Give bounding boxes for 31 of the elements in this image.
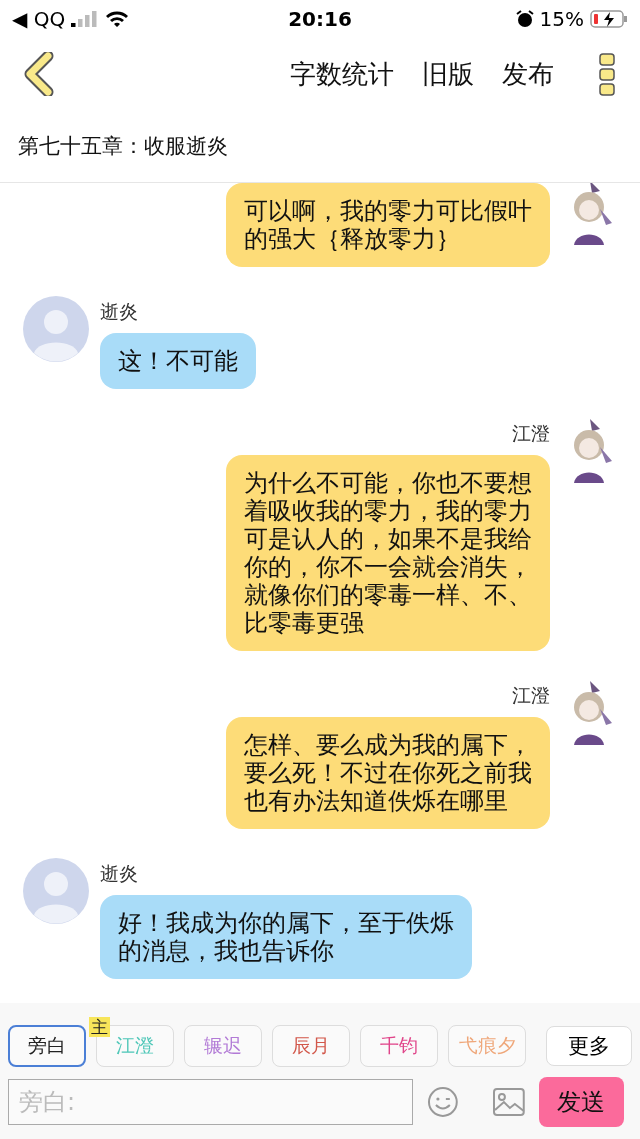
sender-name: 逝炎 [100,861,138,886]
more-menu-icon[interactable] [598,52,618,96]
wifi-icon [105,10,130,28]
signal-icon [71,11,100,27]
role-chip[interactable]: 辰月 [272,1025,350,1067]
main-role-badge: 主 [89,1017,110,1037]
header-action[interactable]: 发布 [488,56,568,92]
header-action[interactable]: 字数统计 [276,56,408,92]
role-chip[interactable]: 旁白 [8,1025,86,1067]
message-bubble: 可以啊，我的零力可比假叶的强大｛释放零力｝ [226,183,550,267]
battery-icon [590,10,628,28]
input-field[interactable]: 旁白: [8,1079,414,1125]
message-bubble: 为什么不可能，你也不要想着吸收我的零力，我的零力可是认人的，如果不是我给你的，你不一会就会消失，就像你们的零毒一样、不、比零毒更强 [226,455,550,651]
clock-time: 20:16 [288,7,352,31]
avatar-icon [22,295,90,363]
emoji-icon[interactable] [427,1086,459,1118]
message-bubble: 好！我成为你的属下，至于佚烁的消息，我也告诉你 [100,895,472,979]
more-button[interactable]: 更多 [546,1026,632,1066]
message-bubble: 这！不可能 [100,333,256,389]
sender-name: 江澄 [512,421,550,446]
sender-name: 江澄 [512,683,550,708]
role-chip[interactable]: 千钧 [360,1025,438,1067]
battery-percent: 15% [539,7,584,31]
avatar-icon [22,857,90,925]
sender-name: 逝炎 [100,299,138,324]
send-button[interactable]: 发送 [538,1077,624,1127]
alarm-clock-icon [515,10,534,28]
back-to-app-label[interactable]: ◀ QQ [12,7,66,31]
image-icon[interactable] [492,1088,525,1116]
header-action[interactable]: 旧版 [408,56,488,92]
message-bubble: 怎样、要么成为我的属下，要么死！不过在你死之前我也有办法知道佚烁在哪里 [226,717,550,829]
